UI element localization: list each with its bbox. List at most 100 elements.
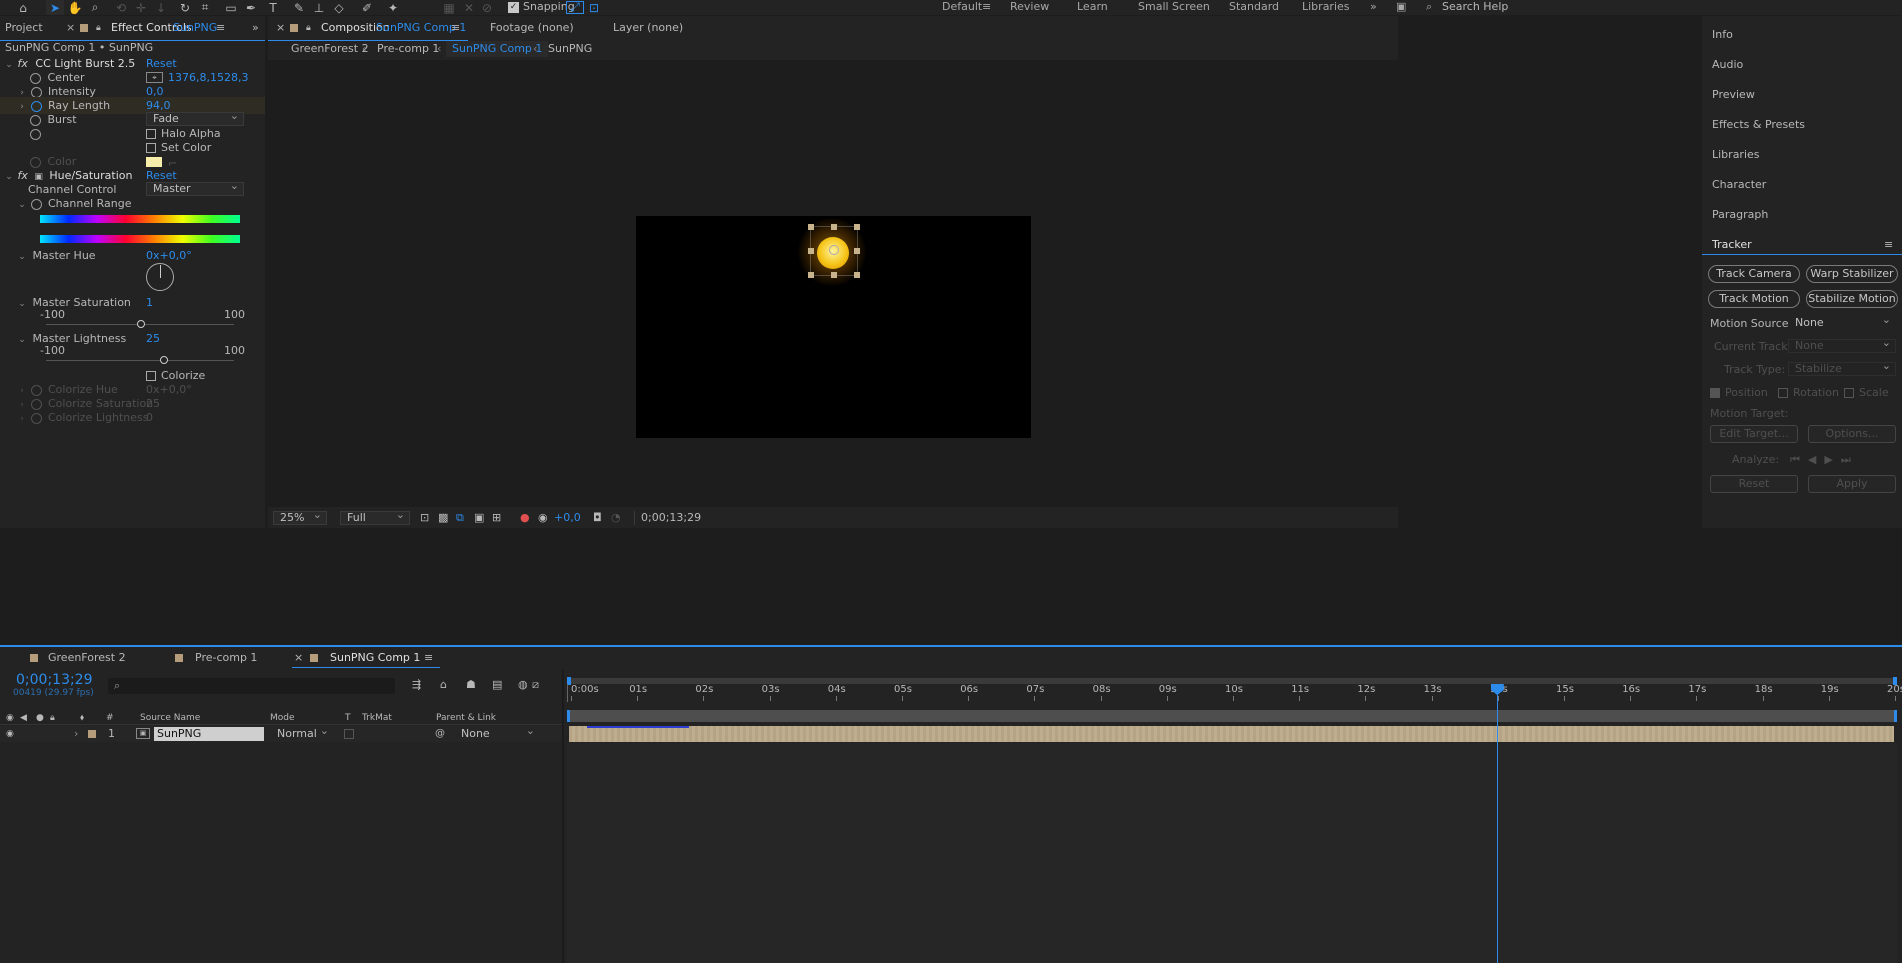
breadcrumb-item[interactable]: Pre-comp 1: [377, 41, 439, 57]
column-t[interactable]: T: [345, 711, 351, 725]
pick-whip-icon[interactable]: @: [435, 726, 445, 742]
column-mode[interactable]: Mode: [270, 711, 295, 725]
transform-handle[interactable]: [808, 248, 814, 254]
column-trkmat[interactable]: TrkMat: [362, 711, 392, 725]
chevron-down-icon[interactable]: ⌄: [17, 249, 27, 266]
composition-canvas[interactable]: [636, 216, 1031, 438]
transform-handle[interactable]: [854, 248, 860, 254]
channel-control-dropdown[interactable]: Master: [146, 180, 244, 196]
chevron-right-icon[interactable]: ›: [74, 726, 78, 742]
snapping-checkbox[interactable]: ✓: [508, 2, 519, 13]
burst-dropdown[interactable]: Fade: [146, 110, 244, 126]
table-row[interactable]: ◉ › 1 ▣ SunPNG Normal @ None: [0, 725, 565, 742]
lock-switch-icon[interactable]: 🔒︎: [50, 711, 55, 725]
anchor-tool-icon[interactable]: ⌗: [196, 0, 214, 15]
rectangle-tool-icon[interactable]: ▭: [222, 0, 240, 15]
video-switch-icon[interactable]: ◉: [6, 711, 14, 725]
composition-viewer[interactable]: [268, 60, 1398, 507]
timeline-search-input[interactable]: ⌕: [108, 678, 395, 694]
mask-visibility-icon[interactable]: ⧉: [456, 508, 464, 528]
stopwatch-icon[interactable]: [30, 198, 42, 210]
chevron-right-icon[interactable]: ›: [17, 411, 27, 428]
snap-edges-icon[interactable]: ⤢: [566, 0, 584, 14]
track-camera-button[interactable]: Track Camera: [1708, 265, 1800, 283]
panel-menu-icon[interactable]: ≡: [451, 16, 460, 40]
master-hue-value[interactable]: 0x+0,0°: [146, 247, 192, 264]
region-of-interest-icon[interactable]: ▣: [474, 508, 484, 528]
column-source-name[interactable]: Source Name: [140, 711, 200, 725]
panel-toggle-icon[interactable]: ▣: [1396, 0, 1406, 15]
snap-features-icon[interactable]: ⊡: [585, 0, 603, 15]
tab-footage[interactable]: Footage (none): [490, 16, 574, 40]
clone-stamp-icon[interactable]: ⊥: [310, 0, 328, 15]
overflow-chevron-icon[interactable]: »: [1370, 0, 1377, 15]
current-time[interactable]: 0;00;13;29: [634, 511, 701, 525]
panel-info[interactable]: Info: [1712, 28, 1733, 41]
solo-switch-icon[interactable]: ●: [36, 711, 44, 725]
workspace-review[interactable]: Review: [1010, 0, 1049, 15]
transform-handle[interactable]: [854, 272, 860, 278]
panel-character[interactable]: Character: [1712, 178, 1766, 191]
breadcrumb-item[interactable]: SunPNG: [548, 41, 592, 57]
transform-handle[interactable]: [831, 224, 837, 230]
draft-3d-icon[interactable]: ⌂: [440, 678, 447, 691]
stopwatch-icon[interactable]: [30, 100, 42, 112]
panel-effects-presets[interactable]: Effects & Presets: [1712, 118, 1805, 131]
graph-editor-icon[interactable]: ⧄: [532, 678, 539, 692]
transform-handle[interactable]: [808, 272, 814, 278]
panel-libraries[interactable]: Libraries: [1712, 148, 1760, 161]
rotate-tool-icon[interactable]: ↻: [176, 0, 194, 15]
timeline-tab[interactable]: GreenForest 2: [48, 647, 126, 669]
selection-tool-icon[interactable]: ➤: [46, 0, 64, 15]
brush-tool-icon[interactable]: ✎: [290, 0, 308, 15]
panel-menu-icon[interactable]: ≡: [1884, 238, 1893, 251]
chevron-down-icon[interactable]: ⌄: [17, 332, 27, 349]
lock-icon[interactable]: 🔒︎: [306, 16, 311, 40]
tab-project[interactable]: Project: [5, 16, 43, 40]
exposure-value[interactable]: +0,0: [554, 508, 581, 528]
hand-tool-icon[interactable]: ✋: [66, 0, 84, 15]
workspace-small-screen[interactable]: Small Screen: [1138, 0, 1210, 15]
transform-handle[interactable]: [808, 224, 814, 230]
master-lightness-slider[interactable]: [159, 356, 168, 364]
label-swatch[interactable]: [88, 730, 96, 738]
dolly-tool-icon[interactable]: ↓: [152, 0, 170, 15]
time-ruler[interactable]: 0:00s 01s 02s 03s 04s 05s 06s 07s 08s 09s 10s 11s 12…: [567, 684, 1902, 702]
stopwatch-icon[interactable]: [30, 128, 41, 140]
workspace-default[interactable]: Default: [942, 0, 982, 15]
label-column-icon[interactable]: ⬧: [80, 711, 84, 725]
tab-layer[interactable]: Layer (none): [613, 16, 683, 40]
timeline-tab[interactable]: Pre-comp 1: [195, 647, 257, 669]
stabilize-motion-button[interactable]: Stabilize Motion: [1806, 290, 1898, 308]
panel-tracker[interactable]: Tracker: [1712, 238, 1752, 251]
chevron-down-icon[interactable]: ⌄: [17, 197, 27, 214]
orbit-tool-icon[interactable]: ⟲: [112, 0, 130, 15]
playhead[interactable]: [1490, 684, 1504, 963]
column-parent-link[interactable]: Parent & Link: [436, 711, 496, 725]
color-management-icon[interactable]: ◉: [538, 508, 548, 528]
master-saturation-slider[interactable]: [136, 320, 145, 328]
track-motion-button[interactable]: Track Motion: [1708, 290, 1800, 308]
eye-icon[interactable]: ◉: [6, 726, 14, 742]
expand-panels-icon[interactable]: »: [252, 16, 259, 40]
breadcrumb-item[interactable]: GreenForest 2: [291, 41, 369, 57]
panel-audio[interactable]: Audio: [1712, 58, 1743, 71]
panel-menu-icon[interactable]: ≡: [216, 16, 225, 40]
blend-mode-dropdown[interactable]: Normal: [270, 725, 334, 741]
frame-blending-icon[interactable]: ▤: [492, 678, 502, 691]
pen-tool-icon[interactable]: ✒: [242, 0, 260, 15]
show-snapshot-icon[interactable]: ◔: [611, 508, 621, 528]
master-lightness-value[interactable]: 25: [146, 330, 160, 347]
stopwatch-icon[interactable]: [30, 72, 41, 84]
link-icon[interactable]: ⊘: [478, 0, 496, 15]
workspace-menu-icon[interactable]: ≡: [982, 0, 991, 15]
resolution-dropdown[interactable]: Full: [340, 509, 410, 525]
home-icon[interactable]: ⌂: [14, 0, 32, 15]
anchor-point-icon[interactable]: [829, 245, 839, 255]
workspace-standard[interactable]: Standard: [1229, 0, 1279, 15]
axis-icon[interactable]: ✕: [460, 0, 478, 15]
fast-preview-icon[interactable]: ⊡: [420, 508, 429, 528]
pan-tool-icon[interactable]: ✛: [132, 0, 150, 15]
master-saturation-value[interactable]: 1: [146, 294, 153, 311]
close-icon[interactable]: ×: [294, 647, 303, 669]
